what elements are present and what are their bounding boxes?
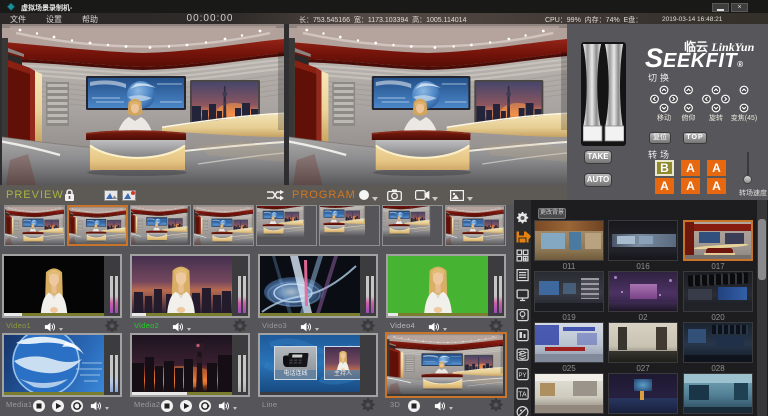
svg-text:PY: PY (518, 373, 526, 379)
svg-text:旋转: 旋转 (709, 113, 723, 122)
svg-text:移动: 移动 (657, 113, 671, 122)
svg-text:变焦(45): 变焦(45) (731, 113, 757, 122)
svg-text:TA: TA (518, 392, 527, 399)
svg-text:俯仰: 俯仰 (682, 113, 696, 122)
